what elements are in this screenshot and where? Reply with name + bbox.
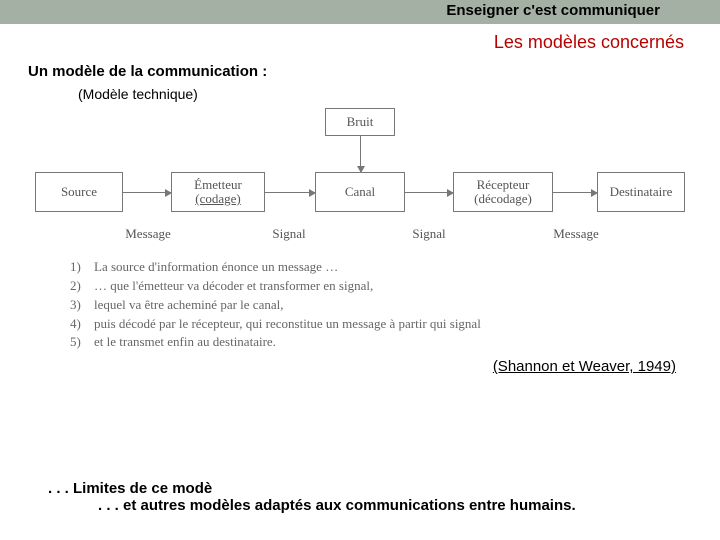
footer-line-2: . . . et autres modèles adaptés aux comm… [0, 497, 720, 514]
arrow-bruit-canal [360, 136, 361, 172]
list-item: 2)… que l'émetteur va décoder et transfo… [70, 277, 720, 296]
footer-line-1: . . . Limites de ce modè [0, 480, 720, 497]
arrow-source-emetteur [123, 192, 171, 193]
box-bruit: Bruit [325, 108, 395, 136]
communication-diagram: Bruit Source Émetteur (codage) Canal Réc… [35, 108, 685, 248]
section-heading: Un modèle de la communication : [0, 57, 720, 86]
citation: (Shannon et Weaver, 1949) [0, 352, 720, 375]
label-message-1: Message [113, 226, 183, 242]
arrow-emetteur-canal [265, 192, 315, 193]
list-item: 4)puis décodé par le récepteur, qui reco… [70, 315, 720, 334]
arrow-recepteur-destinataire [553, 192, 597, 193]
emetteur-sub: (codage) [172, 192, 264, 206]
recepteur-sub: (décodage) [454, 192, 552, 206]
title-bar: Enseigner c'est communiquer [0, 0, 720, 24]
list-item: 3)lequel va être acheminé par le canal, [70, 296, 720, 315]
label-signal-1: Signal [259, 226, 319, 242]
list-item: 5)et le transmet enfin au destinataire. [70, 333, 720, 352]
page-title: Enseigner c'est communiquer [446, 2, 660, 19]
emetteur-label: Émetteur [172, 178, 264, 192]
label-signal-2: Signal [399, 226, 459, 242]
section-subheading: (Modèle technique) [0, 86, 720, 108]
footer-notes: . . . Limites de ce modè . . . et autres… [0, 480, 720, 514]
list-item: 1)La source d'information énonce un mess… [70, 258, 720, 277]
box-recepteur: Récepteur (décodage) [453, 172, 553, 212]
box-emetteur: Émetteur (codage) [171, 172, 265, 212]
arrow-canal-recepteur [405, 192, 453, 193]
box-destinataire: Destinataire [597, 172, 685, 212]
recepteur-label: Récepteur [454, 178, 552, 192]
explanation-list: 1)La source d'information énonce un mess… [0, 248, 720, 352]
label-message-2: Message [541, 226, 611, 242]
box-source: Source [35, 172, 123, 212]
box-canal: Canal [315, 172, 405, 212]
subtitle: Les modèles concernés [0, 24, 720, 57]
